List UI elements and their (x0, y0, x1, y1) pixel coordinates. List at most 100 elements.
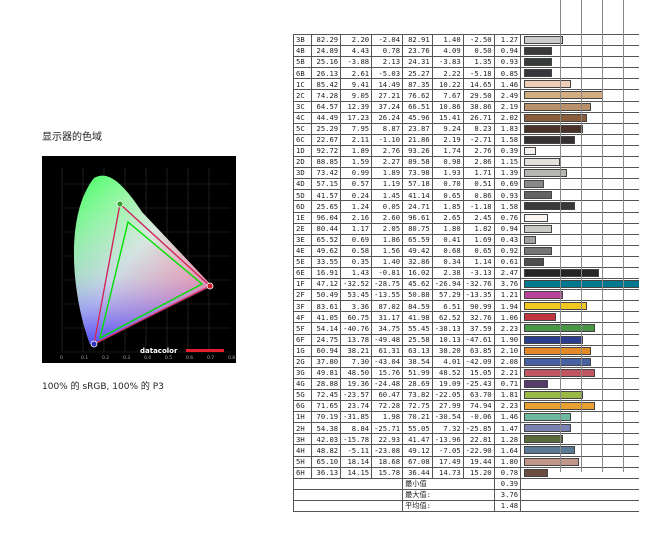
lab-value: 74.28 (310, 89, 342, 102)
patch-id: 5C (293, 122, 312, 135)
lab-value: 50.88 (402, 289, 433, 302)
lab-value: 38.21 (340, 344, 373, 357)
lab-value: 1.17 (340, 222, 373, 235)
lab-value: 61.31 (371, 344, 404, 357)
lab-value: 88.85 (310, 156, 342, 169)
patch-id: 1H (293, 411, 312, 424)
delta-e-value: 1.80 (493, 455, 522, 468)
delta-e-bar-cell (520, 189, 639, 202)
delta-e-bar (524, 36, 564, 44)
delta-e-bar-cell (520, 167, 639, 180)
lab-value: 1.45 (371, 189, 404, 202)
delta-e-bar (524, 391, 584, 399)
summary-blank (292, 477, 404, 490)
lab-value: 2.05 (371, 222, 404, 235)
lab-value: 1.89 (371, 167, 404, 180)
table-row: 4D 57.15 0.57 1.19 57.18 0.70 0.51 0.69 (293, 178, 639, 191)
lab-value: 73.42 (310, 167, 342, 180)
lab-value: 37.24 (371, 100, 404, 113)
lab-value: 49.12 (402, 444, 433, 457)
lab-value: 0.78 (371, 45, 404, 58)
delta-e-bar (524, 47, 552, 56)
patch-id: 1C (293, 78, 312, 91)
delta-e-bar (524, 313, 556, 322)
lab-value: 24.31 (402, 56, 433, 69)
lab-value: 48.52 (431, 366, 464, 379)
lab-value: 65.59 (402, 233, 433, 246)
delta-e-value: 0.39 (493, 144, 522, 158)
lab-value: 82.29 (310, 33, 342, 47)
table-row: 4E 49.62 0.58 1.56 49.42 0.68 0.65 0.92 (293, 244, 639, 257)
lab-value: 87.02 (371, 300, 404, 313)
lab-value: 83.61 (310, 300, 342, 313)
delta-e-value: 0.76 (493, 211, 522, 224)
lab-value: 2.22 (431, 67, 464, 80)
lab-value: 4.43 (340, 45, 373, 58)
lab-value: -42.09 (462, 355, 495, 368)
lab-value: 8.84 (340, 422, 373, 435)
lab-value: 8.87 (371, 122, 404, 135)
lab-value: 2.60 (371, 211, 404, 224)
lab-value: 2.13 (371, 56, 404, 69)
lab-value: 62.52 (431, 311, 464, 324)
table-row: 4C 44.49 17.23 26.24 45.96 15.41 26.71 2.02 (293, 111, 639, 124)
lab-value: 0.34 (431, 255, 464, 268)
lab-value: 96.61 (402, 211, 433, 224)
patch-id: 4C (293, 111, 312, 124)
patch-id: 4F (293, 311, 312, 324)
delta-e-bar (524, 302, 588, 311)
patch-id: 6H (293, 466, 312, 479)
lab-value: 14.65 (462, 78, 495, 91)
lab-value: 7.95 (340, 122, 373, 135)
grid-line (581, 0, 582, 472)
lab-value: 1.74 (431, 144, 464, 158)
delta-e-value: 1.83 (493, 122, 522, 135)
lab-value: -38.13 (431, 322, 464, 335)
lab-value: 1.85 (431, 200, 464, 213)
lab-value: 73.98 (402, 167, 433, 180)
lab-value: -2.04 (371, 33, 404, 47)
delta-e-bar (524, 124, 584, 133)
table-row: 1F 47.12 -32.52 -28.75 45.62 -26.94 -32.76 3.76 (293, 278, 639, 291)
lab-value: 72.28 (371, 400, 404, 413)
delta-e-bar-cell (520, 411, 639, 424)
x-tick-label: 0.8 (228, 355, 235, 361)
patch-id: 5B (293, 56, 312, 69)
delta-e-bar (524, 424, 572, 433)
lab-value: 0.69 (340, 233, 373, 246)
lab-value: 60.94 (310, 344, 342, 357)
table-row: 2C 74.28 9.05 27.21 76.62 7.67 29.50 2.49 (293, 89, 639, 102)
gamut-title: 显示器的色域 (42, 132, 102, 143)
lab-value: 10.86 (431, 100, 464, 113)
lab-value: 26.24 (371, 111, 404, 124)
lab-value: 22.81 (462, 433, 495, 446)
lab-value: -40.76 (340, 322, 373, 335)
datacolor-logo: datacolor (140, 347, 178, 355)
lab-value: 55.45 (402, 322, 433, 335)
lab-value: 96.04 (310, 211, 342, 224)
lab-value: -25.85 (462, 422, 495, 435)
delta-e-value: 0.85 (493, 67, 522, 80)
lab-value: 57.29 (431, 289, 464, 302)
lab-value: 38.86 (462, 100, 495, 113)
lab-value: 2.19 (431, 133, 464, 146)
table-row: 3B 82.29 2.20 -2.04 82.91 1.40 -2.50 1.27 (293, 33, 639, 47)
delta-e-bar (524, 191, 552, 200)
delta-e-bar (524, 202, 576, 211)
delta-e-bar (524, 257, 544, 266)
lab-value: 70.21 (402, 411, 433, 424)
patch-id: 4B (293, 45, 312, 58)
patch-id: 3H (293, 433, 312, 446)
delta-e-value: 1.27 (493, 33, 522, 47)
lab-value: 6.51 (431, 300, 464, 313)
delta-e-bar-cell (520, 455, 639, 468)
delta-e-bar-cell (520, 67, 639, 80)
delta-e-bar-cell (520, 355, 639, 368)
lab-value: 22.93 (371, 433, 404, 446)
summary-label: 最小值 (402, 477, 495, 490)
delta-e-bar-cell (520, 433, 639, 446)
lab-value: 12.39 (340, 100, 373, 113)
lab-value: 15.78 (371, 466, 404, 479)
lab-value: 1.86 (371, 233, 404, 246)
lab-value: 19.44 (462, 455, 495, 468)
